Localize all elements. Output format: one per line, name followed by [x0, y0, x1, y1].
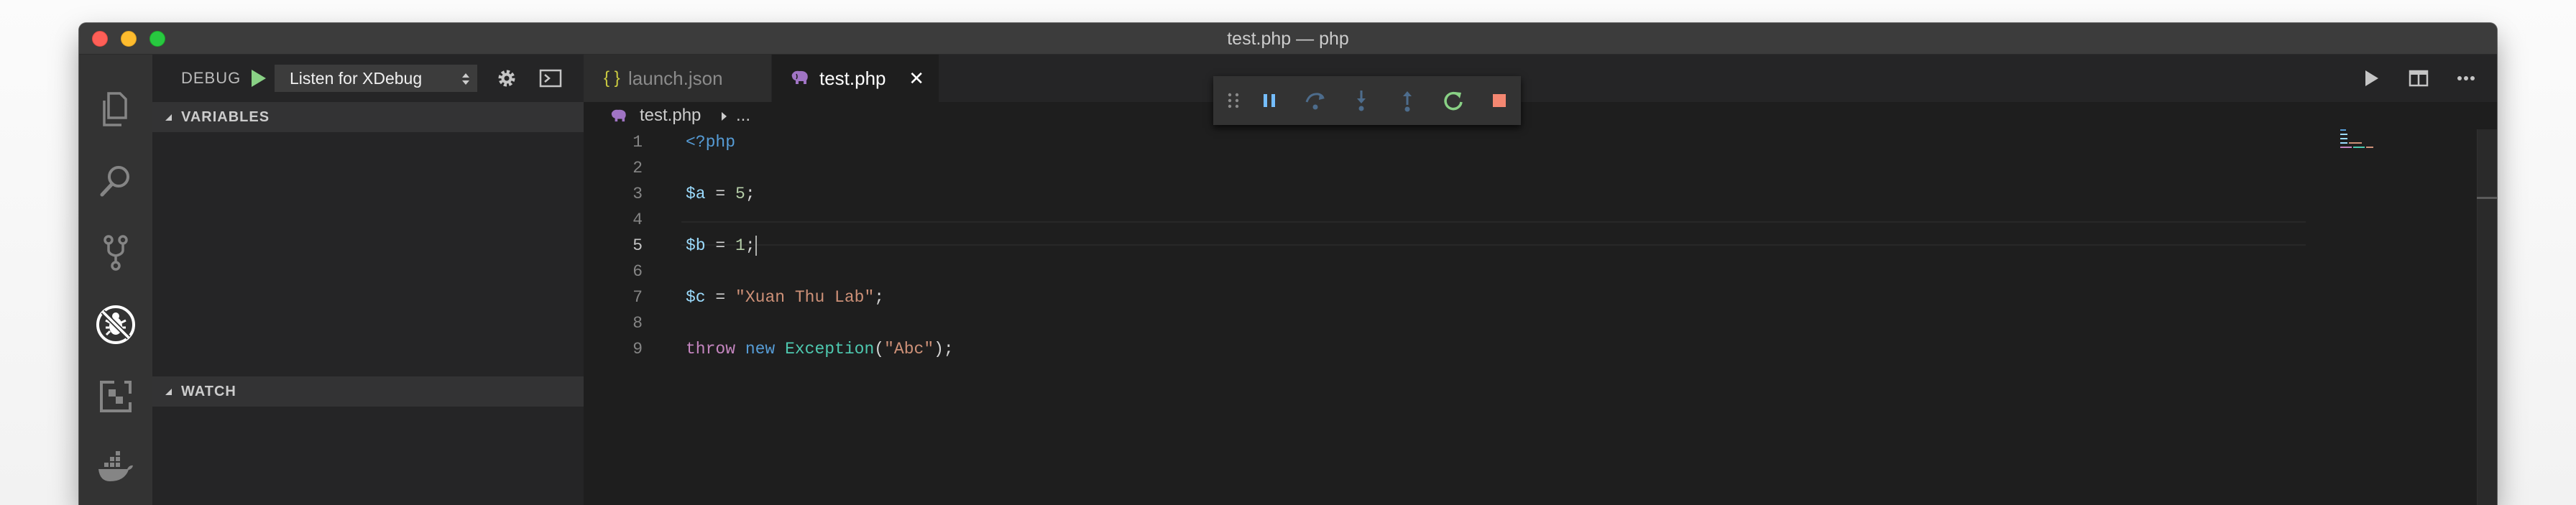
tab-label: test.php: [819, 68, 886, 89]
activity-bar: [79, 55, 152, 505]
activity-source-control[interactable]: [79, 217, 152, 289]
line-number: 6: [632, 262, 643, 281]
more-actions-icon[interactable]: [2455, 68, 2477, 89]
line-number: 8: [632, 314, 643, 333]
text-cursor: [755, 235, 757, 256]
code-line-active: 5 $b = 1;: [584, 233, 2380, 259]
search-icon: [100, 166, 129, 197]
line-number: 5: [632, 236, 643, 255]
variables-section-title: VARIABLES: [181, 109, 270, 125]
code-line: 6: [584, 259, 2380, 284]
code-line: 1 <?php: [584, 129, 2380, 155]
restart-icon[interactable]: [1440, 88, 1466, 113]
php-elephant-icon: [611, 109, 626, 122]
minimap[interactable]: [2340, 129, 2405, 172]
launch-configuration-value: Listen for XDebug: [290, 69, 423, 88]
chevron-down-icon: [165, 114, 172, 121]
title-bar: test.php — php: [79, 23, 2497, 55]
git-branch-icon: [104, 235, 128, 271]
pause-icon[interactable]: [1256, 88, 1282, 113]
variables-section-header[interactable]: VARIABLES: [152, 102, 584, 132]
code-line: 8: [584, 310, 2380, 336]
split-editor-icon[interactable]: [2408, 68, 2429, 89]
breadcrumb: test.php ...: [584, 102, 2497, 129]
activity-debug[interactable]: [79, 289, 152, 361]
step-into-icon[interactable]: [1348, 88, 1374, 113]
scrollbar-position-marker: [2477, 197, 2497, 199]
start-debugging-icon[interactable]: [247, 68, 269, 89]
gear-icon[interactable]: [494, 66, 519, 91]
line-number: 2: [632, 159, 643, 177]
code-line: 2: [584, 155, 2380, 181]
code-editor[interactable]: 1 <?php 2 3 $a = 5; 4 5 $b = 1; 6 7 $c =…: [584, 129, 2497, 505]
run-icon[interactable]: [2360, 68, 2382, 89]
step-out-icon[interactable]: [1394, 88, 1420, 113]
window-title: test.php — php: [1227, 29, 1349, 49]
debug-console-icon[interactable]: [539, 68, 562, 89]
json-icon: { }: [604, 68, 620, 88]
editor-tabs: { } launch.json test.php ✕: [584, 55, 2497, 102]
code-line: 4: [584, 207, 2380, 233]
no-bug-icon: [96, 305, 135, 344]
activity-explorer[interactable]: [79, 73, 152, 145]
line-number: 1: [632, 133, 643, 152]
watch-section-header[interactable]: WATCH: [152, 376, 584, 407]
chevron-right-icon: [722, 112, 727, 121]
floating-debug-toolbar: [1213, 76, 1521, 125]
breadcrumb-file[interactable]: test.php: [640, 102, 701, 129]
tab-label: launch.json: [628, 68, 723, 89]
vscode-window: test.php — php DEBUG Listen for XDebug V…: [79, 23, 2497, 505]
line-number: 9: [632, 340, 643, 358]
line-content: $a = 5;: [686, 185, 755, 203]
debug-sidebar: DEBUG Listen for XDebug VARIABLES WATCH: [152, 55, 584, 505]
code-line: 7 $c = "Xuan Thu Lab";: [584, 284, 2380, 310]
editor-area: { } launch.json test.php ✕ test.php ... …: [584, 55, 2497, 505]
docker-icon: [98, 451, 133, 481]
line-content: $b = 1;: [686, 235, 757, 256]
vertical-scrollbar[interactable]: [2477, 129, 2497, 505]
debug-title: DEBUG: [181, 69, 242, 87]
breadcrumb-symbols[interactable]: ...: [736, 102, 750, 129]
close-tab-icon[interactable]: ✕: [908, 55, 924, 102]
watch-section-title: WATCH: [181, 384, 236, 399]
code-line: 9 throw new Exception("Abc");: [584, 336, 2380, 362]
step-over-icon[interactable]: [1302, 88, 1328, 113]
activity-search[interactable]: [79, 145, 152, 217]
line-number: 4: [632, 210, 643, 229]
line-content: throw new Exception("Abc");: [686, 340, 954, 358]
line-number: 3: [632, 185, 643, 203]
line-content: <?php: [686, 133, 736, 152]
extensions-icon: [100, 379, 133, 412]
activity-extensions[interactable]: [79, 361, 152, 432]
line-content: $c = "Xuan Thu Lab";: [686, 288, 885, 307]
line-number: 7: [632, 288, 643, 307]
activity-docker[interactable]: [79, 432, 152, 504]
stop-icon[interactable]: [1486, 88, 1512, 113]
php-elephant-icon: [791, 70, 808, 84]
code-line: 3 $a = 5;: [584, 181, 2380, 207]
debug-toolbar: DEBUG Listen for XDebug: [152, 55, 584, 102]
files-icon: [103, 92, 127, 126]
tab-test-php[interactable]: test.php ✕: [772, 55, 939, 102]
drag-handle-icon[interactable]: [1220, 88, 1246, 113]
launch-configuration-select[interactable]: Listen for XDebug: [275, 65, 477, 92]
chevron-down-icon: [165, 389, 172, 395]
select-caret-icon: [462, 73, 469, 85]
tab-launch-json[interactable]: { } launch.json: [584, 55, 772, 102]
